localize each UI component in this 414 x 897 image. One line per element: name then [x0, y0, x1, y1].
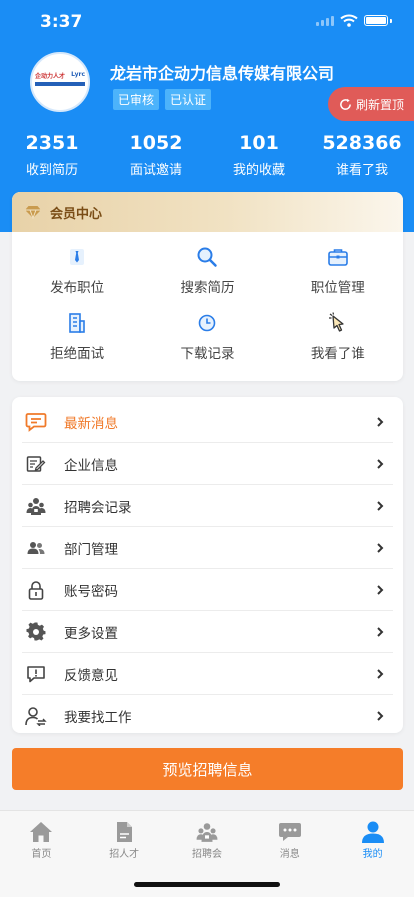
company-logo[interactable]: 企动力人才 Lyrc	[30, 52, 90, 112]
stat-value: 101	[239, 132, 279, 154]
tag-reviewed: 已审核	[113, 89, 160, 110]
tag-verified: 已认证	[165, 89, 212, 110]
message-icon	[24, 410, 48, 434]
status-bar: 3:37	[0, 0, 414, 44]
menu-item-label: 部门管理	[64, 541, 118, 558]
feedback-icon	[24, 662, 48, 686]
stat-label: 我的收藏	[232, 163, 285, 178]
clock-icon	[196, 312, 218, 334]
people-icon	[24, 536, 48, 560]
menu-item-label: 反馈意见	[64, 667, 118, 684]
grid-item-label: 搜索简历	[180, 280, 235, 296]
grid-item-search-resume[interactable]: 搜索简历	[142, 246, 272, 312]
grid-item-label: 我看了谁	[310, 346, 365, 362]
stat-resumes[interactable]: 2351 收到简历	[0, 132, 104, 178]
pointer-icon	[327, 312, 349, 334]
logo-text-right: Lyrc	[71, 71, 85, 78]
chat-icon	[277, 821, 303, 843]
status-time: 3:37	[40, 12, 83, 32]
chevron-right-icon	[377, 416, 384, 427]
battery-icon	[364, 15, 388, 26]
lock-icon	[24, 578, 48, 602]
menu-item-feedback[interactable]: 反馈意见	[22, 653, 393, 695]
preview-job-info-button[interactable]: 预览招聘信息	[12, 748, 403, 790]
grid-item-download-records[interactable]: 下载记录	[142, 312, 272, 378]
tab-label: 我的	[362, 849, 383, 860]
menu-item-job-fair-records[interactable]: 招聘会记录	[22, 485, 393, 527]
chevron-right-icon	[377, 500, 384, 511]
tab-label: 消息	[279, 849, 300, 860]
logo-text-left: 企动力人才	[35, 73, 66, 80]
menu-item-label: 更多设置	[64, 625, 118, 642]
refresh-icon	[340, 98, 351, 110]
grid-item-reject-interview[interactable]: 拒绝面试	[12, 312, 142, 378]
member-center-header[interactable]: 会员中心	[12, 192, 403, 232]
menu-item-latest-messages[interactable]: 最新消息	[22, 401, 393, 443]
tab-label: 首页	[31, 849, 52, 860]
signal-icon	[316, 15, 334, 26]
stat-value: 2351	[25, 132, 79, 154]
chevron-right-icon	[377, 710, 384, 721]
menu-item-account-password[interactable]: 账号密码	[22, 569, 393, 611]
menu-item-more-settings[interactable]: 更多设置	[22, 611, 393, 653]
refresh-label: 刷新置顶	[355, 97, 404, 112]
menu-item-label: 企业信息	[64, 457, 118, 474]
chevron-right-icon	[377, 458, 384, 469]
home-indicator	[134, 882, 280, 887]
grid-item-label: 职位管理	[310, 280, 365, 296]
gear-icon	[24, 620, 48, 644]
chevron-right-icon	[377, 668, 384, 679]
briefcase-icon	[327, 246, 349, 268]
stat-favorites[interactable]: 101 我的收藏	[208, 132, 310, 178]
tie-icon	[66, 246, 88, 268]
member-center-card: 会员中心 发布职位 搜索简历 职位管理 拒绝面试 下载记录 我看了谁	[12, 192, 403, 381]
tab-home[interactable]: 首页	[0, 811, 83, 897]
stat-interviews[interactable]: 1052 面试邀请	[104, 132, 208, 178]
grid-item-job-management[interactable]: 职位管理	[273, 246, 403, 312]
stats-row: 2351 收到简历 1052 面试邀请 101 我的收藏 528366 谁看了我	[0, 132, 414, 178]
menu-item-label: 账号密码	[64, 583, 118, 600]
company-name: 龙岩市企动力信息传媒有限公司	[110, 64, 335, 83]
menu-item-department-management[interactable]: 部门管理	[22, 527, 393, 569]
member-center-title: 会员中心	[50, 206, 103, 222]
menu-item-label: 招聘会记录	[64, 499, 132, 516]
wifi-icon	[340, 14, 358, 27]
stat-value: 528366	[322, 132, 402, 154]
grid-item-label: 下载记录	[180, 346, 235, 362]
tab-label: 招人才	[109, 849, 140, 860]
status-icons	[316, 14, 392, 27]
status-tags: 已审核 已认证	[113, 89, 212, 110]
chevron-right-icon	[377, 626, 384, 637]
edit-doc-icon	[24, 452, 48, 476]
grid-item-i-viewed[interactable]: 我看了谁	[273, 312, 403, 378]
menu-list: 最新消息 企业信息 招聘会记录 部门管理 账号密码 更多设置 反馈意见 我要找工…	[12, 397, 403, 733]
tab-label: 招聘会	[191, 849, 222, 860]
chevron-right-icon	[377, 584, 384, 595]
resume-icon	[111, 821, 137, 843]
grid-item-label: 拒绝面试	[50, 346, 105, 362]
user-icon	[360, 821, 386, 843]
stat-label: 谁看了我	[335, 163, 388, 178]
stat-viewers[interactable]: 528366 谁看了我	[310, 132, 414, 178]
grid-item-label: 发布职位	[50, 280, 105, 296]
home-icon	[28, 821, 54, 843]
diamond-icon	[25, 206, 41, 219]
stat-label: 收到简历	[25, 163, 78, 178]
stat-label: 面试邀请	[129, 163, 182, 178]
menu-item-find-job[interactable]: 我要找工作	[22, 695, 393, 736]
grid-item-post-job[interactable]: 发布职位	[12, 246, 142, 312]
member-grid: 发布职位 搜索简历 职位管理 拒绝面试 下载记录 我看了谁	[12, 246, 403, 378]
menu-item-label: 我要找工作	[64, 709, 132, 726]
building-icon	[66, 312, 88, 334]
menu-item-company-info[interactable]: 企业信息	[22, 443, 393, 485]
stat-value: 1052	[129, 132, 183, 154]
crowd-icon	[194, 821, 220, 843]
menu-item-label: 最新消息	[64, 415, 118, 432]
tab-mine[interactable]: 我的	[331, 811, 414, 897]
refresh-top-button[interactable]: 刷新置顶	[328, 87, 414, 121]
chevron-right-icon	[377, 542, 384, 553]
crowd-icon	[24, 494, 48, 518]
user-switch-icon	[24, 704, 48, 728]
search-icon	[196, 246, 218, 268]
